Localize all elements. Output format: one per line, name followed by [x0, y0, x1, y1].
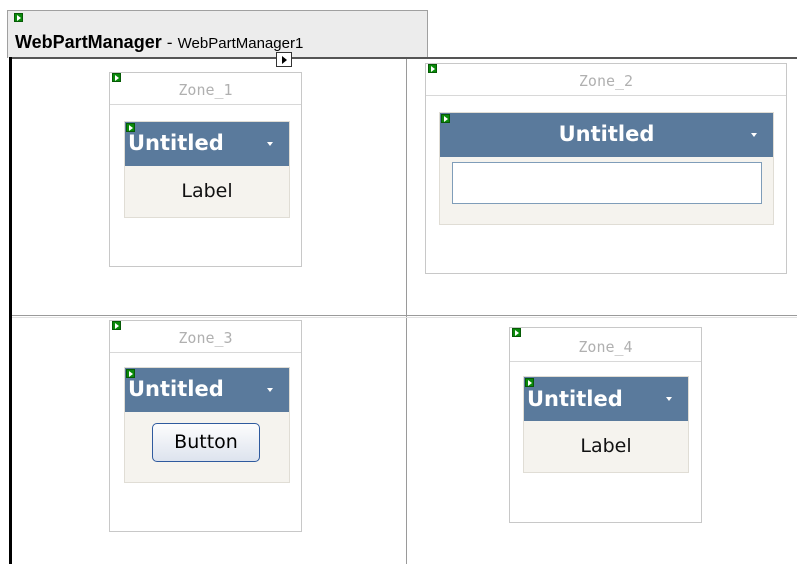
button-control[interactable]: Button [152, 423, 260, 462]
web-part-zone-3[interactable]: Zone_3 Untitled Button [109, 320, 302, 532]
textbox-control[interactable] [452, 162, 762, 204]
web-part-zone-4[interactable]: Zone_4 Untitled Label [509, 327, 702, 523]
web-part-body [440, 157, 773, 224]
label-control: Label [181, 180, 233, 202]
verbs-menu-dropdown-icon[interactable] [264, 136, 278, 150]
web-part-manager-tab[interactable]: WebPartManager - WebPartManager1 [7, 10, 428, 58]
web-part[interactable]: Untitled Label [124, 121, 290, 218]
zone-title: Zone_2 [426, 66, 786, 96]
web-part-title: Untitled [128, 377, 224, 401]
zone-title: Zone_1 [110, 75, 301, 105]
zone-title: Zone_3 [110, 323, 301, 353]
zone-title: Zone_4 [510, 332, 701, 362]
web-part[interactable]: Untitled Button [124, 367, 290, 483]
verbs-menu-dropdown-icon[interactable] [264, 382, 278, 396]
table-border-left [9, 57, 12, 564]
web-part-manager-caption: WebPartManager - WebPartManager1 [15, 32, 303, 53]
label-control: Label [580, 435, 632, 457]
web-part-title: Untitled [558, 122, 655, 146]
design-glyph-icon [525, 378, 534, 387]
web-part-body: Label [524, 421, 688, 472]
web-part-manager-type: WebPartManager [15, 32, 162, 52]
web-part-title-bar[interactable]: Untitled [524, 377, 688, 421]
verbs-menu-dropdown-icon[interactable] [663, 391, 677, 405]
verbs-menu-dropdown-icon[interactable] [748, 127, 762, 141]
table-cell-divider-horizontal [12, 315, 797, 316]
web-part-manager-id: WebPartManager1 [177, 35, 304, 52]
web-part-zone-1[interactable]: Zone_1 Untitled Label [109, 72, 302, 267]
web-part-title: Untitled [527, 387, 623, 411]
web-part-title-bar[interactable]: Untitled [440, 113, 773, 157]
web-part-title-bar[interactable]: Untitled [125, 368, 289, 412]
table-cell-divider-vertical [406, 59, 407, 564]
smart-tag-arrow-icon[interactable] [276, 52, 292, 67]
table-cell-divider-horizontal-shadow [12, 317, 797, 318]
web-part[interactable]: Untitled [439, 112, 774, 225]
table-border-top [9, 57, 797, 59]
web-part[interactable]: Untitled Label [523, 376, 689, 473]
web-part-title: Untitled [128, 131, 224, 155]
web-part-body: Button [125, 412, 289, 482]
web-part-title-bar[interactable]: Untitled [125, 122, 289, 166]
caption-separator: - [161, 33, 178, 52]
web-part-body: Label [125, 166, 289, 217]
design-glyph-icon [14, 13, 23, 22]
web-part-zone-2[interactable]: Zone_2 Untitled [425, 63, 787, 274]
